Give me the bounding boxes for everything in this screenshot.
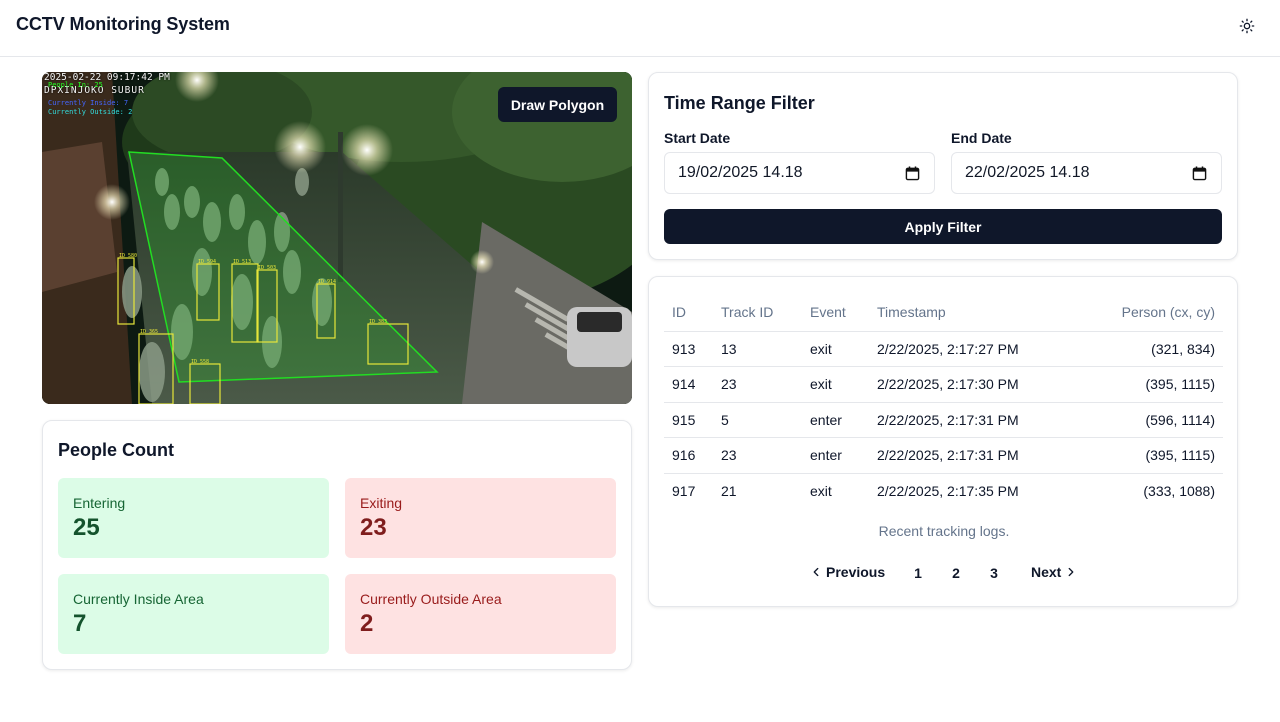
- bounding-box-label: ID 580: [119, 253, 137, 259]
- table-row[interactable]: 915 5 enter 2/22/2025, 2:17:31 PM (596, 1114…: [664, 402, 1223, 438]
- theme-toggle-button[interactable]: [1233, 12, 1261, 40]
- cell-track-id: 5: [713, 402, 802, 438]
- cell-person: (395, 1115): [1059, 437, 1223, 474]
- time-range-filter-card: Time Range Filter Start Date 19/02/2025 …: [648, 72, 1238, 260]
- overlay-currently-outside: Currently Outside: 2: [48, 108, 133, 116]
- page-3-button[interactable]: 3: [978, 557, 1010, 589]
- bounding-box-label: ID 503: [258, 265, 276, 271]
- cell-event: exit: [810, 483, 832, 499]
- exiting-label: Exiting: [360, 495, 403, 511]
- cell-event: enter: [802, 402, 869, 438]
- column-header-track-id[interactable]: Track ID: [713, 293, 802, 332]
- cell-track-id: 23: [713, 437, 802, 474]
- next-page-button[interactable]: Next: [1031, 564, 1078, 580]
- table-row[interactable]: 913 13 exit 2/22/2025, 2:17:27 PM (321, 834): [664, 331, 1223, 367]
- start-date-value: 19/02/2025 14.18: [678, 164, 803, 181]
- cell-track-id: 21: [721, 483, 737, 499]
- tracking-logs-card: ID Track ID Event Timestamp Person (cx, …: [648, 276, 1238, 607]
- cell-timestamp: 2/22/2025, 2:17:35 PM: [877, 483, 1019, 499]
- app-title: CCTV Monitoring System: [16, 14, 230, 34]
- outside-area-stat: Currently Outside Area 2: [345, 574, 616, 654]
- apply-filter-button[interactable]: Apply Filter: [664, 209, 1222, 244]
- cell-timestamp: 2/22/2025, 2:17:27 PM: [869, 331, 1059, 367]
- cell-person: (395, 1115): [1059, 366, 1223, 403]
- entering-label: Entering: [73, 495, 126, 511]
- column-header-id[interactable]: ID: [664, 293, 713, 332]
- people-count-title: People Count: [58, 440, 174, 460]
- bounding-box-label: ID 513: [233, 259, 251, 265]
- previous-label: Previous: [826, 564, 886, 580]
- end-date-label: End Date: [951, 130, 1012, 146]
- cell-timestamp: 2/22/2025, 2:17:31 PM: [869, 402, 1059, 438]
- bounding-box-label: ID 383: [369, 319, 387, 325]
- column-header-person[interactable]: Person (cx, cy): [1059, 293, 1223, 332]
- start-date-input[interactable]: 19/02/2025 14.18: [664, 152, 935, 194]
- chevron-right-icon: [1068, 567, 1074, 577]
- cell-event: enter: [802, 437, 869, 474]
- outside-area-value: 2: [360, 610, 374, 637]
- cctv-video-feed[interactable]: ID 580 ID 594 ID 513 ID 503 ID 914 ID 365 ID 5…: [42, 72, 632, 404]
- cell-person: (321, 834): [1059, 331, 1223, 367]
- page-1-button[interactable]: 1: [902, 557, 934, 589]
- entering-value: 25: [73, 514, 100, 541]
- sun-icon: [1239, 18, 1255, 34]
- exiting-stat: Exiting 23: [345, 478, 616, 558]
- overlay-currently-inside: Currently Inside: 7: [48, 99, 129, 107]
- column-header-timestamp[interactable]: Timestamp: [869, 293, 1059, 332]
- table-row[interactable]: 917 21 exit 2/22/2025, 2:17:35 PM (333, 1088…: [664, 473, 1223, 509]
- people-count-card: People Count Entering 25 Exiting 23 Curr…: [42, 420, 632, 670]
- cell-track-id: 13: [713, 331, 802, 367]
- table-header-row: ID Track ID Event Timestamp Person (cx, …: [664, 293, 1223, 332]
- cell-id: 915: [664, 402, 713, 438]
- chevron-left-icon: [813, 567, 819, 577]
- table-row[interactable]: 916 23 enter 2/22/2025, 2:17:31 PM (395, 111…: [664, 437, 1223, 474]
- inside-area-label: Currently Inside Area: [73, 591, 204, 607]
- calendar-icon[interactable]: [1192, 166, 1207, 181]
- end-date-value: 22/02/2025 14.18: [965, 164, 1090, 181]
- cell-timestamp: 2/22/2025, 2:17:30 PM: [869, 366, 1059, 403]
- overlay-people-in: People In: 25: [48, 81, 103, 89]
- cell-id: 917: [672, 483, 696, 499]
- table-row[interactable]: 914 23 exit 2/22/2025, 2:17:30 PM (395, 1115…: [664, 366, 1223, 403]
- tracking-logs-table: ID Track ID Event Timestamp Person (cx, …: [664, 293, 1223, 509]
- bounding-box-label: ID 558: [191, 359, 209, 365]
- table-caption: Recent tracking logs.: [878, 523, 1010, 539]
- cell-person: (596, 1114): [1059, 402, 1223, 438]
- cell-event: exit: [802, 331, 869, 367]
- column-header-event[interactable]: Event: [802, 293, 869, 332]
- draw-polygon-button[interactable]: Draw Polygon: [498, 87, 617, 122]
- next-label: Next: [1031, 564, 1062, 580]
- bounding-box-label: ID 594: [198, 259, 216, 265]
- inside-area-stat: Currently Inside Area 7: [58, 574, 329, 654]
- cell-track-id: 23: [713, 366, 802, 403]
- entering-stat: Entering 25: [58, 478, 329, 558]
- cell-person: (333, 1088): [1143, 483, 1215, 499]
- cell-event: exit: [802, 366, 869, 403]
- start-date-label: Start Date: [664, 130, 731, 146]
- top-bar: CCTV Monitoring System: [0, 0, 1280, 57]
- exiting-value: 23: [360, 514, 387, 541]
- bounding-box-label: ID 914: [318, 279, 336, 285]
- previous-page-button[interactable]: Previous: [809, 564, 885, 580]
- end-date-input[interactable]: 22/02/2025 14.18: [951, 152, 1222, 194]
- calendar-icon[interactable]: [905, 166, 920, 181]
- cell-id: 913: [664, 331, 713, 367]
- inside-area-value: 7: [73, 610, 87, 637]
- cell-id: 914: [664, 366, 713, 403]
- outside-area-label: Currently Outside Area: [360, 591, 502, 607]
- page-2-button[interactable]: 2: [940, 557, 972, 589]
- cell-timestamp: 2/22/2025, 2:17:31 PM: [869, 437, 1059, 474]
- filter-title: Time Range Filter: [664, 93, 815, 113]
- cell-id: 916: [664, 437, 713, 474]
- bounding-box-label: ID 365: [140, 329, 158, 335]
